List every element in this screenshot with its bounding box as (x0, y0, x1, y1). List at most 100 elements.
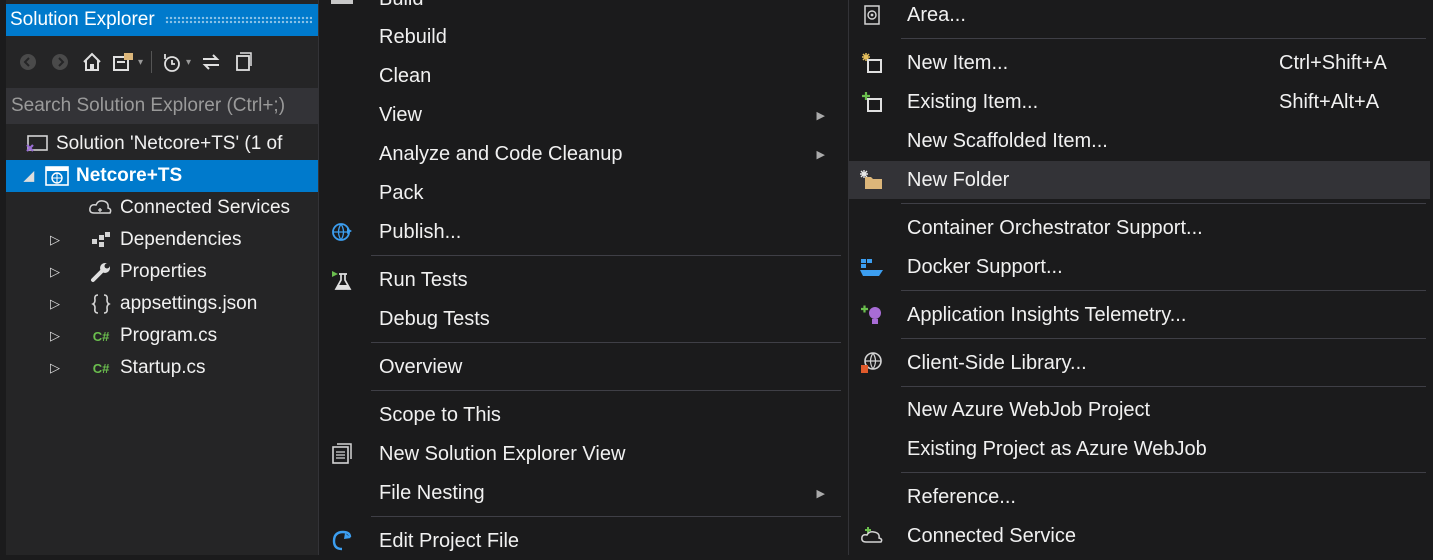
tree-item-project[interactable]: ◢ Netcore+TS (6, 160, 318, 192)
docker-icon (859, 254, 885, 280)
pending-changes-filter-icon[interactable] (160, 50, 184, 74)
menu-item-new-azure-webjob[interactable]: New Azure WebJob Project (849, 391, 1430, 429)
menu-item-publish[interactable]: Publish... (319, 213, 845, 251)
run-tests-icon (329, 267, 355, 293)
menu-item-build[interactable]: Build (379, 0, 423, 11)
menu-item-label: Pack (379, 181, 424, 204)
panel-title-bar[interactable]: Solution Explorer (6, 4, 318, 36)
menu-item-scope-to-this[interactable]: Scope to This (319, 396, 845, 434)
menu-item-label: Run Tests (379, 268, 468, 291)
menu-item-label: Area... (907, 3, 966, 26)
expand-arrow-icon[interactable]: ▷ (46, 360, 64, 376)
menu-item-label: Application Insights Telemetry... (907, 303, 1187, 326)
menu-item-pack[interactable]: Pack (319, 174, 845, 212)
new-folder-icon (859, 167, 885, 193)
menu-item-label: New Scaffolded Item... (907, 129, 1108, 152)
expand-arrow-icon[interactable]: ▷ (46, 296, 64, 312)
menu-item-label: Debug Tests (379, 307, 490, 330)
menu-item-clean[interactable]: Clean (319, 57, 845, 95)
menu-item-application-insights[interactable]: Application Insights Telemetry... (849, 296, 1430, 334)
menu-item-existing-item[interactable]: Existing Item... Shift+Alt+A (849, 83, 1430, 121)
menu-separator (901, 290, 1426, 291)
sync-with-document-icon[interactable] (112, 50, 136, 74)
tree-item-dependencies[interactable]: ▷ Dependencies (6, 224, 318, 256)
tree-item-properties[interactable]: ▷ Properties (6, 256, 318, 288)
menu-item-file-nesting[interactable]: File Nesting ▶ (319, 474, 845, 512)
tree-item-connected-services[interactable]: Connected Services (6, 192, 318, 224)
new-item-icon (859, 50, 885, 76)
publish-icon (329, 219, 355, 245)
menu-item-label: New Item... (907, 51, 1009, 74)
menu-item-edit-project-file[interactable]: Edit Project File (319, 522, 845, 560)
tree-item-label: Dependencies (120, 229, 242, 250)
solution-explorer-toolbar: ▾ ▾ (6, 40, 318, 84)
home-icon[interactable] (80, 50, 104, 74)
menu-item-area[interactable]: Area... (849, 0, 1430, 34)
tree-item-label: Program.cs (120, 325, 218, 346)
solution-icon (24, 132, 50, 156)
menu-item-docker-support[interactable]: Docker Support... (849, 248, 1430, 286)
tree-item-label: Solution 'Netcore+TS' (1 of (56, 133, 283, 154)
tree-item-label: appsettings.json (120, 293, 258, 314)
menu-item-rebuild[interactable]: Rebuild (319, 18, 845, 56)
add-submenu: Area... New Item... Ctrl+Shift+A Existin… (848, 0, 1433, 555)
menu-item-existing-project-webjob[interactable]: Existing Project as Azure WebJob (849, 430, 1430, 468)
csharp-file-icon: C# (92, 328, 110, 344)
menu-item-overview[interactable]: Overview (319, 348, 845, 386)
menu-item-label: Clean (379, 64, 432, 87)
tree-item-startup-cs[interactable]: ▷ C# Startup.cs (6, 352, 318, 384)
tree-item-solution[interactable]: Solution 'Netcore+TS' (1 of (6, 128, 318, 160)
submenu-arrow-icon: ▶ (816, 109, 825, 122)
menu-item-label: Container Orchestrator Support... (907, 216, 1203, 239)
menu-item-new-folder[interactable]: New Folder (849, 161, 1430, 199)
expand-arrow-icon[interactable]: ▷ (46, 328, 64, 344)
menu-item-label: New Solution Explorer View (379, 442, 626, 465)
expand-arrow-icon[interactable]: ◢ (20, 168, 38, 184)
title-grip (164, 16, 312, 24)
csharp-file-icon: C# (92, 360, 110, 376)
forward-icon[interactable] (48, 50, 72, 74)
back-icon[interactable] (16, 50, 40, 74)
menu-item-container-orchestrator[interactable]: Container Orchestrator Support... (849, 209, 1430, 247)
menu-item-run-tests[interactable]: Run Tests (319, 261, 845, 299)
menu-separator (901, 38, 1426, 39)
menu-item-label: View (379, 103, 422, 126)
menu-item-new-solution-explorer-view[interactable]: New Solution Explorer View (319, 435, 845, 473)
json-file-icon (88, 292, 114, 316)
menu-item-view[interactable]: View ▶ (319, 96, 845, 134)
menu-separator (371, 516, 841, 517)
connected-services-icon (88, 196, 114, 220)
shortcut-label: Shift+Alt+A (1279, 90, 1380, 113)
menu-item-label: New Folder (907, 168, 1010, 191)
new-view-icon (329, 441, 355, 467)
menu-separator (901, 472, 1426, 473)
panel-title: Solution Explorer (10, 9, 155, 30)
client-library-icon (859, 350, 885, 376)
menu-item-analyze[interactable]: Analyze and Code Cleanup ▶ (319, 135, 845, 173)
refresh-icon[interactable] (199, 50, 223, 74)
menu-item-label: Docker Support... (907, 255, 1063, 278)
menu-item-label: Existing Project as Azure WebJob (907, 437, 1207, 460)
tree-item-label: Properties (120, 261, 207, 282)
menu-item-label: Publish... (379, 220, 462, 243)
menu-item-new-item[interactable]: New Item... Ctrl+Shift+A (849, 44, 1430, 82)
chevron-down-icon[interactable]: ▾ (138, 57, 143, 68)
menu-separator (371, 342, 841, 343)
collapse-all-icon[interactable] (231, 50, 255, 74)
menu-separator (371, 390, 841, 391)
menu-separator (901, 203, 1426, 204)
chevron-down-icon[interactable]: ▾ (186, 57, 191, 68)
menu-separator (901, 386, 1426, 387)
tree-item-appsettings[interactable]: ▷ appsettings.json (6, 288, 318, 320)
tree-item-program-cs[interactable]: ▷ C# Program.cs (6, 320, 318, 352)
menu-item-client-side-library[interactable]: Client-Side Library... (849, 344, 1430, 382)
tree-item-label: Netcore+TS (76, 165, 183, 186)
expand-arrow-icon[interactable]: ▷ (46, 232, 64, 248)
menu-item-reference[interactable]: Reference... (849, 478, 1430, 516)
search-input[interactable]: Search Solution Explorer (Ctrl+;) (6, 88, 318, 124)
expand-arrow-icon[interactable]: ▷ (46, 264, 64, 280)
menu-item-label: Connected Service (907, 524, 1076, 547)
menu-item-connected-service[interactable]: Connected Service (849, 517, 1430, 555)
menu-item-new-scaffolded-item[interactable]: New Scaffolded Item... (849, 122, 1430, 160)
menu-item-debug-tests[interactable]: Debug Tests (319, 300, 845, 338)
